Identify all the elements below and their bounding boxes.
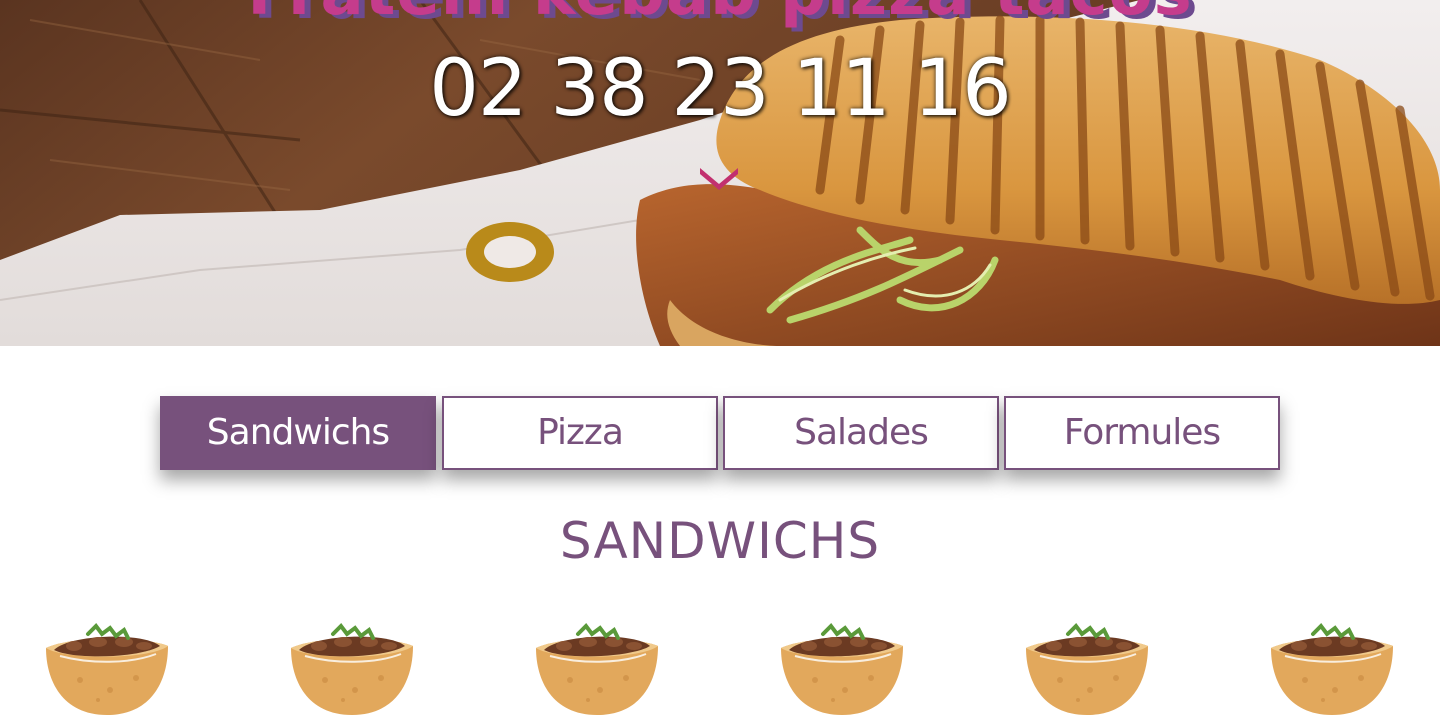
hero-banner: Fratelli kebab pizza tacos 02 38 23 11 1… [0, 0, 1440, 346]
product-list [0, 620, 1440, 715]
tab-pizza[interactable]: Pizza [442, 396, 718, 470]
chevron-down-icon[interactable] [698, 162, 740, 192]
tab-formules[interactable]: Formules [1004, 396, 1280, 470]
kebab-sandwich-image[interactable] [1020, 620, 1154, 715]
kebab-sandwich-image[interactable] [1265, 620, 1399, 715]
kebab-sandwich-image[interactable] [285, 620, 419, 715]
kebab-sandwich-image[interactable] [40, 620, 174, 715]
kebab-sandwich-image[interactable] [530, 620, 664, 715]
phone-number[interactable]: 02 38 23 11 16 [0, 44, 1440, 134]
kebab-sandwich-image[interactable] [775, 620, 909, 715]
tab-salades[interactable]: Salades [723, 396, 999, 470]
tab-sandwichs[interactable]: Sandwichs [160, 396, 436, 470]
restaurant-title: Fratelli kebab pizza tacos [0, 0, 1440, 30]
section-title: SANDWICHS [559, 512, 881, 570]
menu-category-tabs: Sandwichs Pizza Salades Formules [160, 396, 1280, 470]
